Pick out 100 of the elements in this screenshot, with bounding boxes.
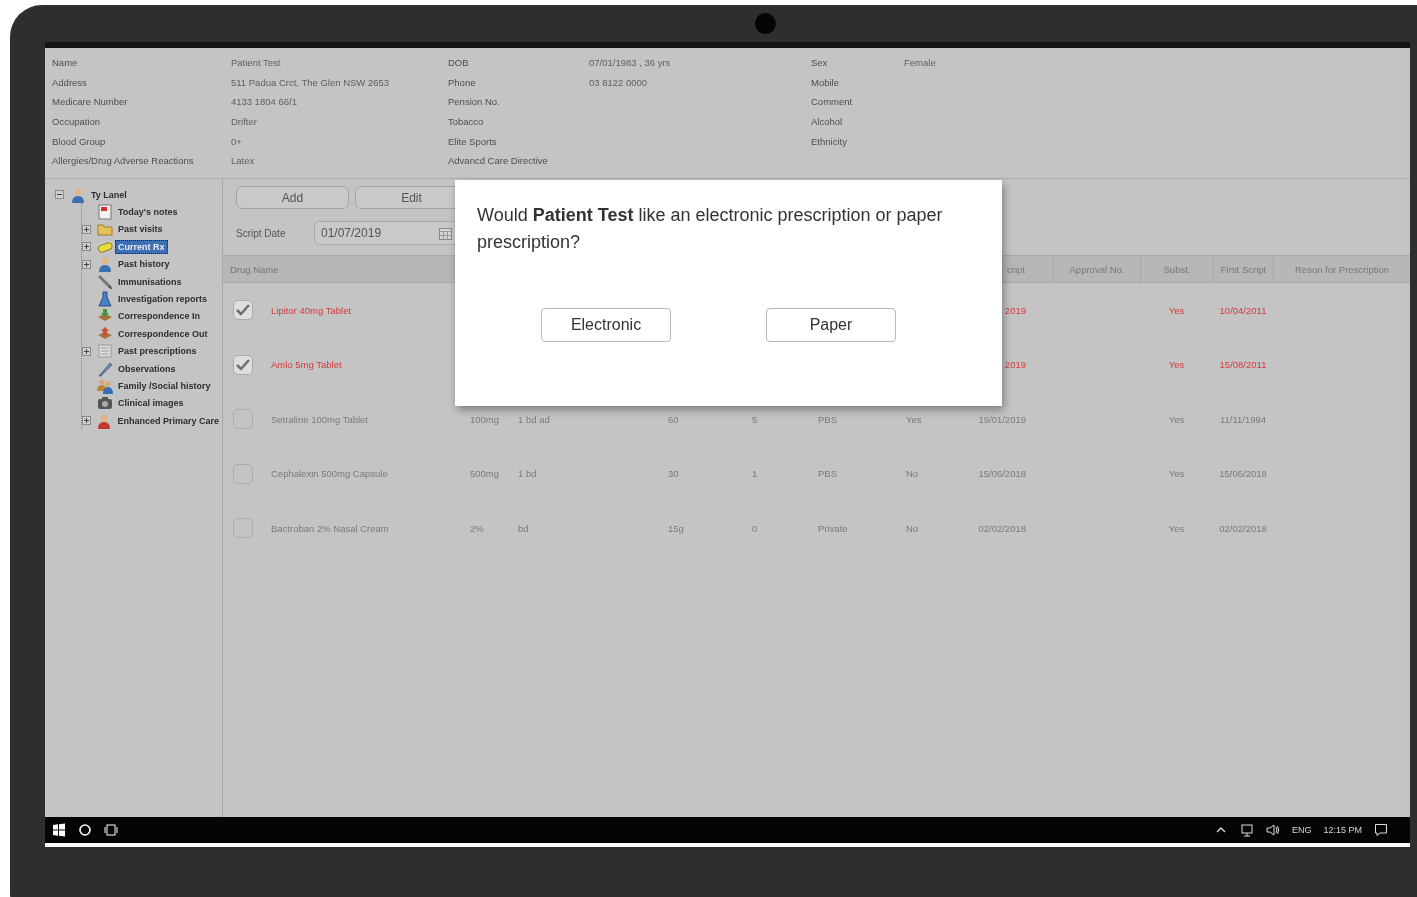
table-cell-text: Yes bbox=[905, 413, 923, 425]
table-cell-text: Yes bbox=[1167, 522, 1186, 534]
column-header: cript bbox=[1006, 262, 1026, 277]
table-cell-text: Yes bbox=[1167, 413, 1186, 425]
field-label: Advancd Care Directive bbox=[448, 155, 549, 167]
table-cell-text: 02/02/2018 bbox=[1218, 522, 1268, 534]
table-cell-text: 19/01/2019 bbox=[977, 413, 1027, 425]
package-icon bbox=[97, 325, 113, 342]
field-value: 03 8122 0000 bbox=[589, 76, 649, 88]
windows-logo-icon[interactable] bbox=[52, 823, 66, 837]
tree-item[interactable]: Correspondence In bbox=[115, 309, 203, 324]
column-header: Subst. bbox=[1140, 256, 1213, 282]
table-cell-text: Setraline 100mg Tablet bbox=[271, 413, 369, 425]
tree-item[interactable]: Observations bbox=[115, 361, 179, 376]
flask-icon bbox=[97, 291, 113, 308]
tree-item[interactable]: Investigation reports bbox=[115, 292, 210, 307]
list-icon bbox=[97, 343, 113, 360]
speaker-icon[interactable] bbox=[1265, 823, 1280, 837]
language-indicator[interactable]: ENG bbox=[1291, 825, 1312, 835]
table-cell-text: 60 bbox=[668, 413, 680, 425]
tree-item[interactable]: Current Rx bbox=[115, 239, 168, 254]
tree-item[interactable]: Family /Social history bbox=[115, 379, 214, 393]
tree-item[interactable]: Enhanced Primary Care bbox=[114, 413, 222, 428]
row-checkbox[interactable] bbox=[233, 300, 253, 321]
expand-toggle[interactable] bbox=[82, 224, 91, 234]
table-cell-text: 30 bbox=[668, 468, 680, 480]
expand-toggle[interactable] bbox=[82, 259, 91, 269]
tree-item[interactable]: Immunisations bbox=[115, 274, 185, 289]
row-checkbox[interactable] bbox=[233, 409, 253, 430]
table-cell-text: No bbox=[905, 468, 920, 480]
field-value: 4133 1804 66/1 bbox=[231, 96, 299, 108]
field-value: 0+ bbox=[231, 135, 243, 147]
field-label: Ethnicity bbox=[811, 135, 848, 147]
camera-icon bbox=[97, 395, 113, 412]
dialog-message: Would Patient Test like an electronic prescription or paper prescription? bbox=[477, 204, 944, 254]
table-cell-text: 15/08/2011 bbox=[1218, 359, 1268, 371]
expand-toggle[interactable] bbox=[82, 242, 91, 252]
table-cell-text: Cephalexin 500mg Capsule bbox=[271, 468, 389, 480]
notification-icon[interactable] bbox=[1374, 823, 1388, 837]
table-cell-text: 02/02/2018 bbox=[977, 522, 1027, 534]
table-cell-text: 100mg bbox=[470, 413, 501, 425]
pen-icon bbox=[97, 360, 113, 377]
field-label: Comment bbox=[811, 96, 854, 108]
field-value: 07/01/1983 , 36 yrs bbox=[589, 57, 672, 69]
table-cell-text: 5 bbox=[752, 413, 759, 425]
expand-toggle[interactable] bbox=[82, 416, 91, 426]
table-cell-text: Lipitor 40mg Tablet bbox=[271, 304, 353, 316]
field-value: Latex bbox=[231, 155, 256, 167]
task-view-icon[interactable] bbox=[104, 823, 118, 837]
table-cell-text: 0 bbox=[752, 522, 759, 534]
column-header: First Script bbox=[1213, 256, 1273, 282]
field-value: 511 Padua Crct, The Glen NSW 2653 bbox=[231, 76, 391, 88]
table-cell-text: 11/11/1994 bbox=[1218, 413, 1268, 425]
table-cell-text: 2019 bbox=[1003, 359, 1027, 371]
expand-toggle[interactable] bbox=[55, 190, 64, 200]
table-cell-text: 500mg bbox=[470, 468, 501, 480]
folder-icon bbox=[97, 221, 113, 238]
field-label: Address bbox=[52, 76, 88, 88]
calendar-icon[interactable] bbox=[439, 226, 452, 240]
network-icon[interactable] bbox=[1239, 823, 1254, 837]
field-label: Elite Sports bbox=[448, 135, 498, 147]
field-label: Mobile bbox=[811, 76, 840, 88]
table-cell-text: 15/06/2018 bbox=[977, 468, 1027, 480]
field-label: Occupation bbox=[52, 116, 102, 128]
table-cell-text: No bbox=[905, 522, 920, 534]
syringe-icon bbox=[97, 273, 113, 290]
column-header: Approval No. bbox=[1053, 256, 1140, 282]
person-icon bbox=[96, 412, 113, 429]
clock[interactable]: 12:15 PM bbox=[1323, 825, 1362, 835]
tree-item[interactable]: Past history bbox=[115, 257, 173, 272]
tree-item[interactable]: Ty Lanel bbox=[88, 187, 130, 202]
table-cell-text: 2% bbox=[470, 522, 485, 534]
table-cell-text: Yes bbox=[1167, 468, 1186, 480]
table-cell-text: 1 bbox=[752, 468, 759, 480]
row-checkbox[interactable] bbox=[233, 463, 253, 484]
table-cell-text: bd bbox=[518, 522, 530, 534]
tree-item[interactable]: Correspondence Out bbox=[115, 326, 211, 341]
expand-toggle[interactable] bbox=[82, 346, 91, 356]
toolbar-button[interactable]: Add bbox=[236, 186, 349, 209]
note-icon bbox=[97, 204, 113, 221]
field-label: Tobacco bbox=[448, 116, 485, 128]
field-label: Phone bbox=[448, 76, 477, 88]
dialog-button[interactable]: Paper bbox=[766, 308, 896, 342]
field-value: Female bbox=[904, 57, 937, 69]
table-cell-text: 1 bd ad bbox=[518, 413, 551, 425]
field-label: Name bbox=[52, 57, 79, 69]
table-cell-text: 1 bd bbox=[518, 468, 538, 480]
tree-item[interactable]: Past visits bbox=[115, 222, 166, 237]
field-label: Allergies/Drug Adverse Reactions bbox=[52, 155, 195, 167]
tree-item[interactable]: Today's notes bbox=[115, 205, 181, 220]
dialog-button[interactable]: Electronic bbox=[541, 308, 671, 342]
person-icon bbox=[70, 186, 86, 203]
table-cell-text: Yes bbox=[1167, 304, 1186, 316]
tree-item[interactable]: Past prescriptions bbox=[115, 344, 200, 359]
row-checkbox[interactable] bbox=[233, 518, 253, 539]
row-checkbox[interactable] bbox=[233, 354, 253, 375]
script-date-label: Script Date bbox=[236, 227, 287, 239]
tree-item[interactable]: Clinical images bbox=[115, 396, 187, 411]
search-icon[interactable] bbox=[78, 823, 92, 837]
person-icon bbox=[97, 256, 113, 273]
